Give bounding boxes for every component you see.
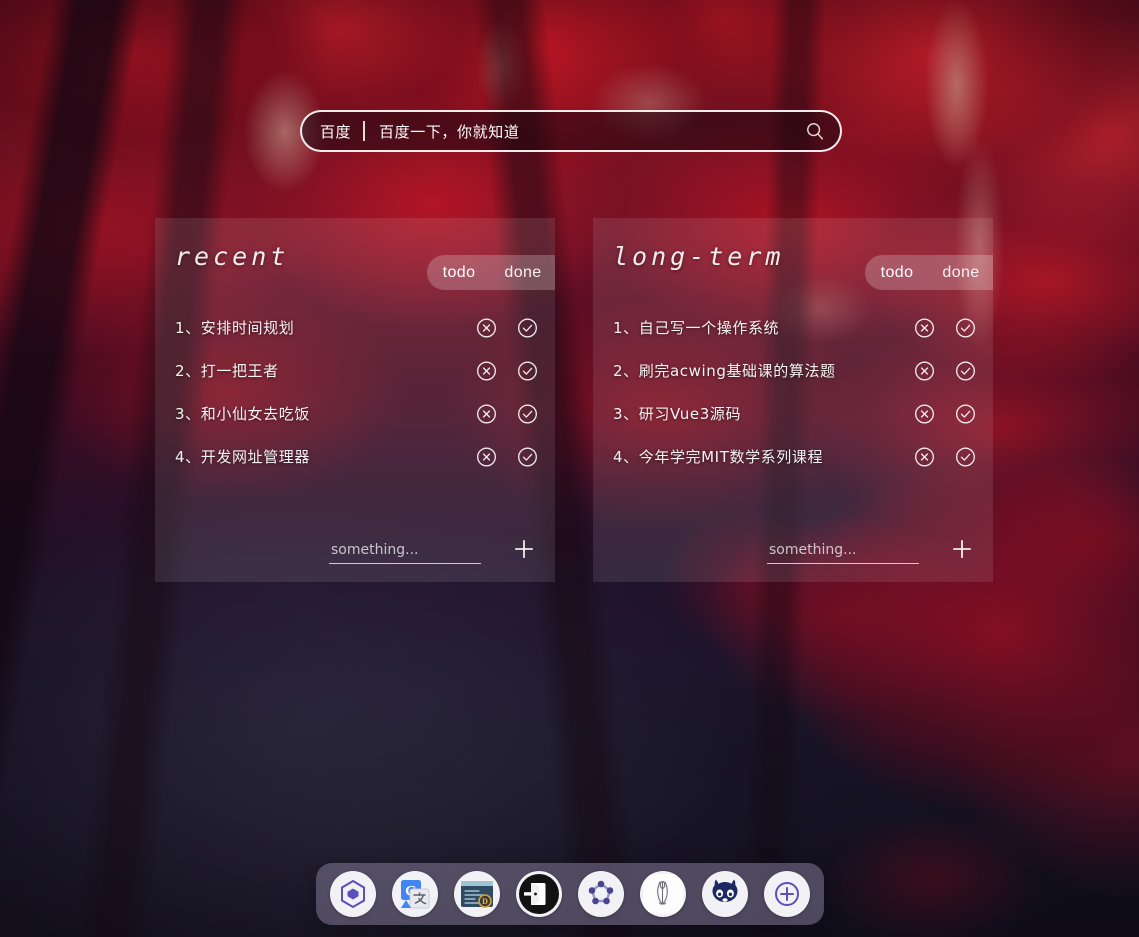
circle-check-icon[interactable] [516, 359, 539, 382]
circle-check-icon[interactable] [516, 316, 539, 339]
todo-card-long-term: long-term todo done 1、自己写一个操作系统 [593, 218, 993, 582]
github-icon[interactable] [702, 871, 748, 917]
card-title: recent [175, 242, 289, 271]
toggle-todo-tab[interactable]: todo [865, 255, 929, 290]
task-row[interactable]: 3、研习Vue3源码 [593, 392, 993, 435]
task-row[interactable]: 1、自己写一个操作系统 [593, 306, 993, 349]
task-label: 3、和小仙女去吃饭 [175, 403, 310, 424]
toggle-done-tab[interactable]: done [929, 255, 993, 290]
desktop-wallpaper: 百度 百度一下，你就知道 recent todo done 1、安排时间规划 [0, 0, 1139, 937]
circle-x-icon[interactable] [913, 402, 936, 425]
task-actions [475, 359, 539, 382]
pentagon-nodes-icon[interactable] [578, 871, 624, 917]
task-label: 2、刷完acwing基础课的算法题 [613, 360, 836, 381]
toggle-todo-tab[interactable]: todo [427, 255, 491, 290]
task-list: 1、安排时间规划 2、打一把王者 [155, 306, 555, 478]
add-task-row [155, 536, 555, 564]
task-label: 1、安排时间规划 [175, 317, 294, 338]
thread-needle-icon[interactable] [640, 871, 686, 917]
google-translate-icon[interactable]: G [392, 871, 438, 917]
add-task-row [593, 536, 993, 564]
task-label: 2、打一把王者 [175, 360, 279, 381]
new-task-input[interactable] [767, 542, 919, 564]
task-actions [475, 402, 539, 425]
new-task-input[interactable] [329, 542, 481, 564]
task-row[interactable]: 3、和小仙女去吃饭 [155, 392, 555, 435]
circle-x-icon[interactable] [475, 402, 498, 425]
add-shortcut-icon[interactable] [764, 871, 810, 917]
task-label: 4、今年学完MIT数学系列课程 [613, 446, 823, 467]
circle-x-icon[interactable] [913, 359, 936, 382]
baidu-search-bar[interactable]: 百度 百度一下，你就知道 [300, 110, 842, 152]
circle-x-icon[interactable] [475, 316, 498, 339]
plus-icon[interactable] [949, 536, 975, 562]
card-title: long-term [613, 242, 784, 271]
todo-done-toggle[interactable]: todo done [427, 255, 555, 290]
task-row[interactable]: 1、安排时间规划 [155, 306, 555, 349]
task-row[interactable]: 2、打一把王者 [155, 349, 555, 392]
task-row[interactable]: 2、刷完acwing基础课的算法题 [593, 349, 993, 392]
svg-text:D: D [482, 897, 488, 906]
task-row[interactable]: 4、开发网址管理器 [155, 435, 555, 478]
task-row[interactable]: 4、今年学完MIT数学系列课程 [593, 435, 993, 478]
task-label: 1、自己写一个操作系统 [613, 317, 779, 338]
notebook-app-icon[interactable]: D [454, 871, 500, 917]
search-input[interactable]: 百度一下，你就知道 [379, 121, 804, 142]
task-actions [913, 359, 977, 382]
circle-check-icon[interactable] [954, 402, 977, 425]
toggle-done-tab[interactable]: done [491, 255, 555, 290]
task-actions [913, 316, 977, 339]
search-icon[interactable] [804, 120, 826, 142]
circle-x-icon[interactable] [475, 445, 498, 468]
plus-icon[interactable] [511, 536, 537, 562]
door-app-icon[interactable] [516, 871, 562, 917]
search-engine-label: 百度 [320, 121, 351, 142]
circle-x-icon[interactable] [913, 445, 936, 468]
todo-card-recent: recent todo done 1、安排时间规划 [155, 218, 555, 582]
task-actions [913, 445, 977, 468]
app-dock: G D [316, 863, 824, 925]
todo-done-toggle[interactable]: todo done [865, 255, 993, 290]
circle-check-icon[interactable] [954, 316, 977, 339]
hexagon-app-icon[interactable] [330, 871, 376, 917]
circle-check-icon[interactable] [516, 402, 539, 425]
circle-x-icon[interactable] [913, 316, 936, 339]
task-actions [475, 445, 539, 468]
search-divider [363, 121, 365, 141]
circle-check-icon[interactable] [954, 359, 977, 382]
task-actions [475, 316, 539, 339]
task-list: 1、自己写一个操作系统 2、刷完acwing基础课的算法题 [593, 306, 993, 478]
circle-check-icon[interactable] [954, 445, 977, 468]
task-actions [913, 402, 977, 425]
circle-check-icon[interactable] [516, 445, 539, 468]
circle-x-icon[interactable] [475, 359, 498, 382]
task-label: 3、研习Vue3源码 [613, 403, 741, 424]
task-label: 4、开发网址管理器 [175, 446, 310, 467]
